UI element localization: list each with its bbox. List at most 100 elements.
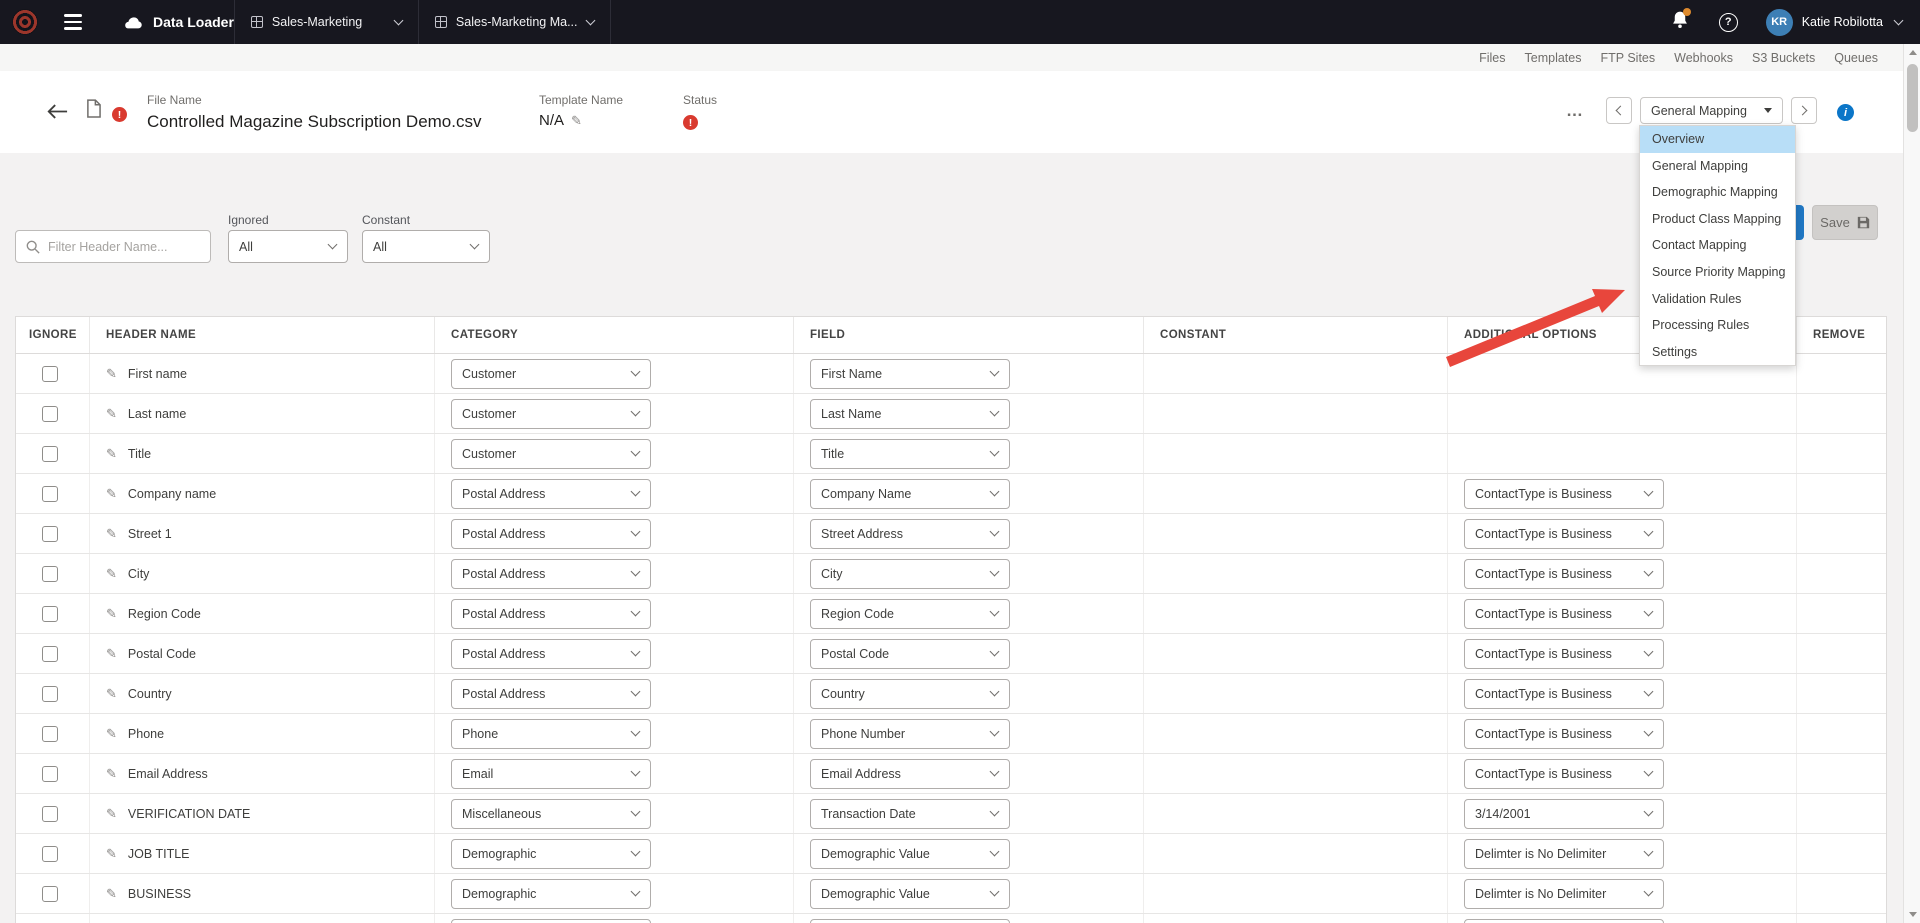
edit-header-icon[interactable]: ✎ <box>106 806 117 822</box>
category-select[interactable]: Demographic <box>451 879 651 909</box>
ignore-checkbox[interactable] <box>42 606 58 622</box>
menu-item-source-priority-mapping[interactable]: Source Priority Mapping <box>1640 259 1795 286</box>
edit-header-icon[interactable]: ✎ <box>106 446 117 462</box>
field-select[interactable]: Country <box>810 679 1010 709</box>
additional-options-select[interactable]: ContactType is Business <box>1464 599 1664 629</box>
ignore-checkbox[interactable] <box>42 446 58 462</box>
edit-template-icon[interactable]: ✎ <box>571 113 582 129</box>
ignore-checkbox[interactable] <box>42 366 58 382</box>
ignore-checkbox[interactable] <box>42 566 58 582</box>
ignore-checkbox[interactable] <box>42 766 58 782</box>
ignore-checkbox[interactable] <box>42 646 58 662</box>
subnav-link-templates[interactable]: Templates <box>1525 51 1582 65</box>
ignore-checkbox[interactable] <box>42 686 58 702</box>
field-select[interactable]: Company Name <box>810 479 1010 509</box>
edit-header-icon[interactable]: ✎ <box>106 486 117 502</box>
additional-options-select[interactable]: ContactType is Business <box>1464 719 1664 749</box>
category-select[interactable]: Postal Address <box>451 559 651 589</box>
category-select[interactable]: Email <box>451 759 651 789</box>
category-select[interactable]: Postal Address <box>451 639 651 669</box>
additional-options-select[interactable]: ContactType is Business <box>1464 559 1664 589</box>
user-name[interactable]: Katie Robilotta <box>1802 15 1883 29</box>
ignore-checkbox[interactable] <box>42 886 58 902</box>
menu-item-validation-rules[interactable]: Validation Rules <box>1640 286 1795 313</box>
edit-header-icon[interactable]: ✎ <box>106 526 117 542</box>
field-select[interactable]: Last Name <box>810 399 1010 429</box>
edit-header-icon[interactable]: ✎ <box>106 846 117 862</box>
menu-item-demographic-mapping[interactable]: Demographic Mapping <box>1640 179 1795 206</box>
menu-item-processing-rules[interactable]: Processing Rules <box>1640 312 1795 339</box>
workspace-select[interactable]: Sales-Marketing <box>234 0 419 44</box>
ignore-checkbox[interactable] <box>42 486 58 502</box>
edit-header-icon[interactable]: ✎ <box>106 366 117 382</box>
category-select[interactable]: Miscellaneous <box>451 799 651 829</box>
ignore-checkbox[interactable] <box>42 846 58 862</box>
category-select[interactable]: Postal Address <box>451 599 651 629</box>
field-select[interactable]: Postal Code <box>810 639 1010 669</box>
menu-item-general-mapping[interactable]: General Mapping <box>1640 153 1795 180</box>
edit-header-icon[interactable]: ✎ <box>106 406 117 422</box>
additional-options-select[interactable]: ContactType is Business <box>1464 519 1664 549</box>
category-select[interactable]: Postal Address <box>451 679 651 709</box>
database-select[interactable]: Sales-Marketing Ma... <box>419 0 611 44</box>
ignored-filter-select[interactable]: All <box>228 230 348 263</box>
edit-header-icon[interactable]: ✎ <box>106 566 117 582</box>
additional-options-select[interactable]: ContactType is Business <box>1464 759 1664 789</box>
constant-filter-select[interactable]: All <box>362 230 490 263</box>
menu-item-settings[interactable]: Settings <box>1640 339 1795 366</box>
field-select[interactable]: Email Address <box>810 759 1010 789</box>
avatar[interactable]: KR <box>1766 9 1793 36</box>
field-select[interactable]: Demographic Value <box>810 839 1010 869</box>
scrollbar-thumb[interactable] <box>1907 64 1918 132</box>
subnav-link-queues[interactable]: Queues <box>1834 51 1878 65</box>
subnav-link-ftp-sites[interactable]: FTP Sites <box>1600 51 1655 65</box>
subnav-link-webhooks[interactable]: Webhooks <box>1674 51 1733 65</box>
category-select[interactable]: Phone <box>451 719 651 749</box>
additional-options-select[interactable]: ContactType is Business <box>1464 639 1664 669</box>
prev-mapping-button[interactable] <box>1606 97 1632 124</box>
field-select[interactable]: City <box>810 559 1010 589</box>
vertical-scrollbar[interactable] <box>1903 44 1920 923</box>
ignore-checkbox[interactable] <box>42 406 58 422</box>
field-select[interactable]: First Name <box>810 359 1010 389</box>
field-select[interactable]: Phone Number <box>810 719 1010 749</box>
field-select[interactable] <box>810 919 1010 923</box>
edit-header-icon[interactable]: ✎ <box>106 726 117 742</box>
help-button[interactable]: ? <box>1719 13 1738 32</box>
info-icon[interactable]: i <box>1837 104 1854 121</box>
back-button[interactable] <box>46 103 68 125</box>
scroll-up-arrow[interactable] <box>1904 44 1920 61</box>
scroll-down-arrow[interactable] <box>1904 906 1920 923</box>
save-button[interactable]: Save <box>1812 205 1878 240</box>
category-select[interactable] <box>451 919 651 923</box>
menu-item-overview[interactable]: Overview <box>1640 126 1795 153</box>
next-mapping-button[interactable] <box>1791 97 1817 124</box>
field-select[interactable]: Title <box>810 439 1010 469</box>
mapping-section-dropdown[interactable]: General Mapping <box>1640 97 1783 124</box>
field-select[interactable]: Street Address <box>810 519 1010 549</box>
ignore-checkbox[interactable] <box>42 726 58 742</box>
additional-options-select[interactable] <box>1464 919 1664 923</box>
edit-header-icon[interactable]: ✎ <box>106 606 117 622</box>
subnav-link-s3-buckets[interactable]: S3 Buckets <box>1752 51 1815 65</box>
menu-item-contact-mapping[interactable]: Contact Mapping <box>1640 232 1795 259</box>
hamburger-menu-icon[interactable] <box>64 14 82 29</box>
field-select[interactable]: Transaction Date <box>810 799 1010 829</box>
edit-header-icon[interactable]: ✎ <box>106 886 117 902</box>
field-select[interactable]: Region Code <box>810 599 1010 629</box>
additional-options-select[interactable]: ContactType is Business <box>1464 479 1664 509</box>
header-name-filter[interactable] <box>15 230 211 263</box>
category-select[interactable]: Demographic <box>451 839 651 869</box>
edit-header-icon[interactable]: ✎ <box>106 646 117 662</box>
app-logo-icon[interactable] <box>12 9 38 35</box>
additional-options-select[interactable]: 3/14/2001 <box>1464 799 1664 829</box>
subnav-link-files[interactable]: Files <box>1479 51 1505 65</box>
additional-options-select[interactable]: Delimter is No Delimiter <box>1464 839 1664 869</box>
edit-header-icon[interactable]: ✎ <box>106 686 117 702</box>
category-select[interactable]: Postal Address <box>451 479 651 509</box>
more-actions-button[interactable]: … <box>1566 101 1584 121</box>
field-select[interactable]: Demographic Value <box>810 879 1010 909</box>
category-select[interactable]: Customer <box>451 399 651 429</box>
category-select[interactable]: Postal Address <box>451 519 651 549</box>
category-select[interactable]: Customer <box>451 439 651 469</box>
